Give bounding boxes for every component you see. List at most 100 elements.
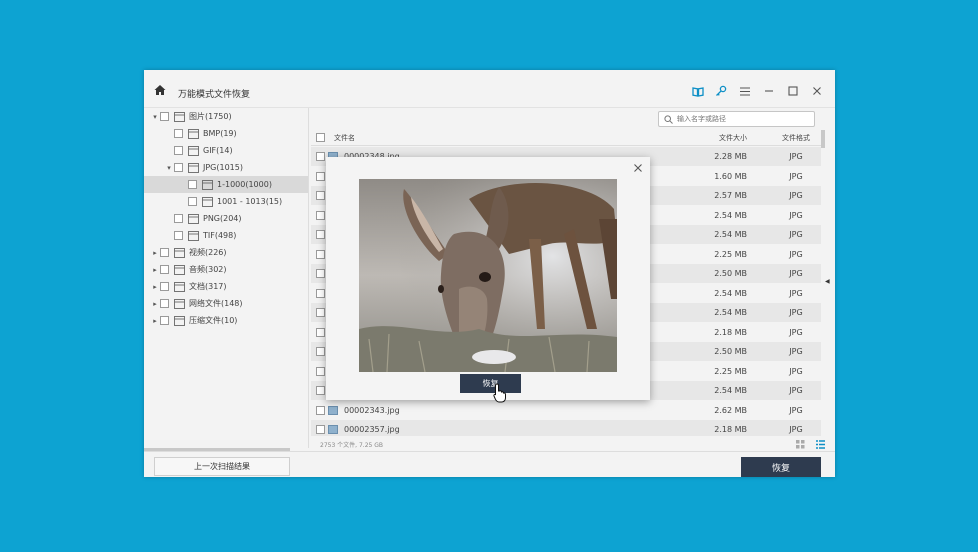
tree-item-checkbox[interactable] [174, 231, 183, 240]
expand-caret-icon[interactable]: ▸ [150, 317, 160, 325]
tree-item[interactable]: 1-1000(1000) [144, 176, 308, 193]
row-checkbox[interactable] [316, 171, 325, 181]
row-checkbox[interactable] [316, 269, 325, 278]
folder-icon [174, 264, 185, 275]
file-type: JPG [789, 288, 803, 298]
tree-item[interactable]: 1001 - 1013(15) [144, 193, 308, 210]
tree-item[interactable]: TIF(498) [144, 227, 308, 244]
key-icon[interactable] [714, 84, 728, 98]
menu-icon[interactable] [738, 84, 752, 98]
expand-caret-icon[interactable]: ▾ [150, 113, 160, 121]
table-row[interactable]: 00002343.jpg 2.62 MB JPG [311, 401, 821, 420]
file-size: 2.50 MB [714, 269, 747, 278]
select-all-checkbox[interactable] [316, 133, 325, 142]
tree-item-checkbox[interactable] [174, 146, 183, 155]
row-checkbox[interactable] [316, 366, 325, 376]
tree-item-checkbox[interactable] [160, 265, 169, 274]
home-icon[interactable] [154, 84, 166, 96]
search-box[interactable] [658, 111, 815, 127]
image-preview [359, 179, 617, 372]
file-type: JPG [789, 366, 803, 376]
close-icon[interactable] [810, 84, 824, 98]
tree-item-checkbox[interactable] [174, 214, 183, 223]
tree-item-checkbox[interactable] [160, 248, 169, 257]
tree-item[interactable]: ▸ 文档(317) [144, 278, 308, 295]
file-name: 00002357.jpg [344, 425, 400, 434]
file-type: JPG [789, 327, 803, 337]
collapse-panel-icon[interactable]: ◀ [825, 278, 830, 285]
file-size: 2.50 MB [714, 347, 747, 356]
maximize-icon[interactable] [786, 84, 800, 98]
tree-item-checkbox[interactable] [188, 197, 197, 206]
list-scrollbar[interactable] [821, 130, 825, 148]
file-size: 2.62 MB [714, 405, 747, 415]
expand-caret-icon[interactable]: ▾ [164, 164, 174, 172]
row-checkbox[interactable] [316, 152, 325, 161]
deer-photo [359, 179, 617, 372]
recover-button[interactable]: 恢复 [741, 457, 821, 477]
file-size: 1.60 MB [714, 171, 747, 181]
tree-item[interactable]: ▸ 视频(226) [144, 244, 308, 261]
expand-caret-icon[interactable]: ▸ [150, 249, 160, 257]
file-list-header: 文件名 文件大小 文件格式 [311, 130, 821, 146]
folder-icon [202, 196, 213, 207]
tree-item[interactable]: ▸ 网络文件(148) [144, 295, 308, 312]
book-icon[interactable] [691, 84, 705, 98]
tree-item-checkbox[interactable] [174, 129, 183, 138]
tree-item-checkbox[interactable] [160, 112, 169, 121]
file-type: JPG [789, 405, 803, 415]
tree-item[interactable]: ▾ 图片(1750) [144, 108, 308, 125]
tree-item-checkbox[interactable] [188, 180, 197, 189]
tree-item-label: 文档(317) [189, 282, 227, 291]
row-checkbox[interactable] [316, 249, 325, 259]
row-checkbox[interactable] [316, 405, 325, 415]
file-size: 2.18 MB [714, 327, 747, 337]
expand-caret-icon[interactable]: ▸ [150, 300, 160, 308]
file-count-status: 2753 个文件, 7.25 GB [320, 442, 384, 449]
minimize-icon[interactable] [762, 84, 776, 98]
folder-icon [174, 281, 185, 292]
row-checkbox[interactable] [316, 230, 325, 239]
tree-item-checkbox[interactable] [174, 163, 183, 172]
tree-item-checkbox[interactable] [160, 299, 169, 308]
title-bar: 万能模式文件恢复 [144, 70, 835, 108]
column-size-header[interactable]: 文件大小 [667, 130, 747, 146]
tree-item-label: JPG(1015) [203, 163, 243, 172]
expand-caret-icon[interactable]: ▸ [150, 283, 160, 291]
last-scan-button[interactable]: 上一次扫描结果 [154, 457, 290, 476]
file-type: JPG [789, 347, 803, 356]
search-input[interactable] [677, 113, 811, 125]
row-checkbox[interactable] [316, 191, 325, 200]
tree-item[interactable]: ▸ 音频(302) [144, 261, 308, 278]
file-size: 2.54 MB [714, 308, 747, 317]
row-checkbox[interactable] [316, 425, 325, 434]
tree-item-checkbox[interactable] [160, 282, 169, 291]
row-checkbox[interactable] [316, 347, 325, 356]
table-row[interactable]: 00002357.jpg 2.18 MB JPG [311, 420, 821, 436]
row-checkbox[interactable] [316, 327, 325, 337]
dialog-close-icon[interactable] [632, 162, 644, 174]
file-size: 2.54 MB [714, 288, 747, 298]
tree-item[interactable]: ▾ JPG(1015) [144, 159, 308, 176]
file-type: JPG [789, 269, 803, 278]
expand-caret-icon[interactable]: ▸ [150, 266, 160, 274]
tree-item[interactable]: GIF(14) [144, 142, 308, 159]
tree-item[interactable]: ▸ 压缩文件(10) [144, 312, 308, 329]
row-checkbox[interactable] [316, 210, 325, 220]
category-tree: ▾ 图片(1750) BMP(19) GIF(14) ▾ JPG(1015) 1-1000(… [144, 108, 309, 448]
tree-item[interactable]: BMP(19) [144, 125, 308, 142]
folder-icon [174, 247, 185, 258]
tree-item[interactable]: PNG(204) [144, 210, 308, 227]
tree-item-label: PNG(204) [203, 214, 242, 223]
row-checkbox[interactable] [316, 308, 325, 317]
tree-item-label: TIF(498) [203, 231, 237, 240]
row-checkbox[interactable] [316, 288, 325, 298]
file-type: JPG [789, 210, 803, 220]
tree-item-label: 网络文件(148) [189, 299, 243, 308]
tree-item-checkbox[interactable] [160, 316, 169, 325]
preview-recover-button[interactable]: 恢复 [460, 374, 521, 393]
column-type-header[interactable]: 文件格式 [771, 130, 821, 146]
row-checkbox[interactable] [316, 386, 325, 395]
folder-icon [188, 145, 199, 156]
column-name-header[interactable]: 文件名 [334, 130, 355, 146]
